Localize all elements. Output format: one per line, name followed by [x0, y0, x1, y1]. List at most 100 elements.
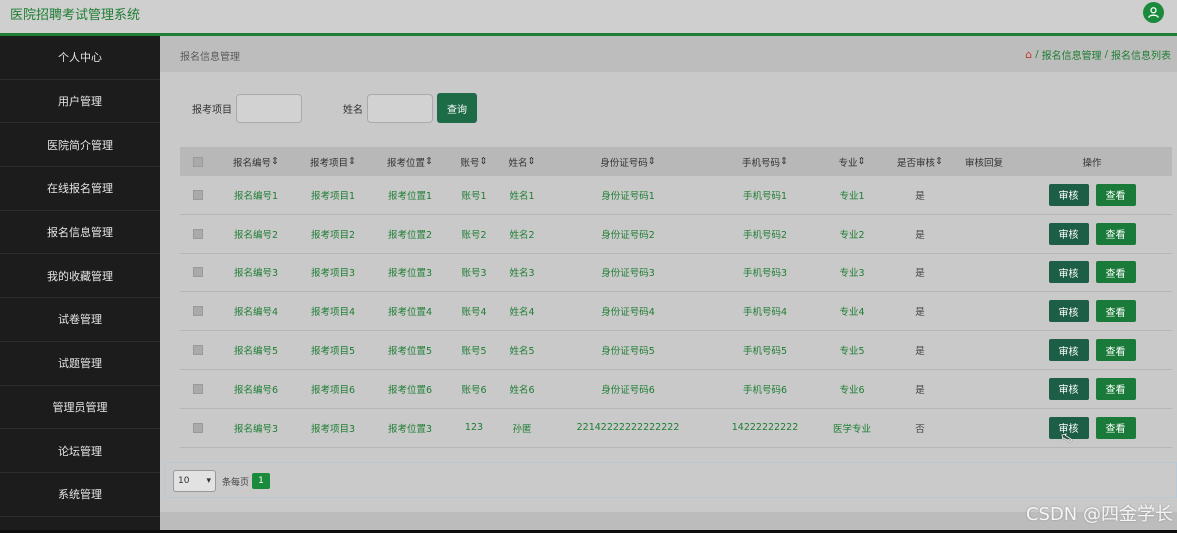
- col-header: 审核回复: [964, 157, 1003, 169]
- footer-strip: [160, 512, 1177, 530]
- audit-button[interactable]: 审核: [1048, 261, 1089, 284]
- table-cell: 身份证号码2: [601, 229, 655, 241]
- search-button[interactable]: 查询: [437, 93, 477, 123]
- project-input[interactable]: [236, 93, 302, 123]
- table-cell: 22142222222222222: [576, 422, 680, 434]
- row-actions: 审核 查看: [1042, 254, 1142, 292]
- sidebar-item-admins[interactable]: 管理员管理: [0, 386, 160, 430]
- sidebar-item-favorites[interactable]: 我的收藏管理: [0, 254, 160, 299]
- row-checkbox[interactable]: [193, 267, 203, 278]
- home-icon[interactable]: ⌂: [1025, 48, 1032, 61]
- page-size-select[interactable]: 10 ▾: [173, 470, 216, 492]
- table-cell: 账号4: [461, 307, 487, 319]
- table-cell: 是: [915, 384, 925, 396]
- table-cell: 账号2: [461, 229, 487, 241]
- row-checkbox[interactable]: [193, 189, 203, 200]
- table-cell: [958, 254, 1010, 292]
- table-cell: 是: [915, 229, 925, 241]
- view-button[interactable]: 查看: [1095, 261, 1136, 284]
- audit-button[interactable]: 审核: [1048, 183, 1089, 206]
- view-button[interactable]: 查看: [1095, 300, 1136, 323]
- table-cell: 姓名2: [509, 229, 535, 241]
- table-cell: 报考项目3: [310, 423, 356, 435]
- table-cell: 专业1: [839, 190, 865, 202]
- col-header[interactable]: 账号 ⇕: [452, 147, 496, 176]
- table-cell: 姓名5: [509, 346, 535, 358]
- table-cell: 是: [915, 346, 925, 358]
- top-bar: 医院招聘考试管理系统: [0, 0, 1177, 33]
- sidebar-item-users[interactable]: 用户管理: [0, 80, 160, 124]
- sidebar-item-personal-center[interactable]: 个人中心: [0, 36, 160, 80]
- table-cell: 14222222222: [731, 422, 799, 434]
- table-cell: 报考项目5: [310, 346, 356, 358]
- col-header[interactable]: 是否审核 ⇕: [892, 147, 948, 176]
- pagination-bar: 10 ▾ 条每页 1: [165, 462, 1177, 498]
- watermark: CSDN @四金学长: [1025, 504, 1173, 525]
- audit-button[interactable]: 审核: [1048, 377, 1089, 400]
- page-title: 报名信息管理: [180, 52, 240, 63]
- user-avatar[interactable]: [1143, 2, 1164, 23]
- row-checkbox[interactable]: [193, 383, 203, 394]
- name-label: 姓名: [343, 104, 363, 116]
- audit-button[interactable]: 审核: [1048, 222, 1089, 245]
- table-cell: 账号5: [461, 346, 487, 358]
- table-cell: 报名编号5: [233, 346, 279, 358]
- breadcrumb-item-list[interactable]: 报名信息列表: [1111, 47, 1171, 62]
- sidebar-item-questions[interactable]: 试题管理: [0, 342, 160, 386]
- table-cell: 身份证号码4: [601, 307, 655, 319]
- table-cell: 手机号码3: [742, 268, 788, 280]
- col-header[interactable]: 报考项目 ⇕: [296, 147, 370, 176]
- table-cell: 专业2: [839, 229, 865, 241]
- audit-button[interactable]: 审核: [1048, 300, 1089, 323]
- col-header[interactable]: 报考位置 ⇕: [373, 147, 447, 176]
- view-button[interactable]: 查看: [1095, 183, 1136, 206]
- table-cell: [958, 331, 1010, 369]
- row-checkbox[interactable]: [193, 306, 203, 317]
- breadcrumb-item-registration-info[interactable]: 报名信息管理: [1042, 47, 1102, 62]
- row-checkbox[interactable]: [193, 345, 203, 356]
- table-cell: 手机号码5: [742, 346, 788, 358]
- table-cell: 姓名4: [509, 307, 535, 319]
- sidebar-item-system[interactable]: 系统管理: [0, 473, 160, 517]
- table-cell: 报考位置3: [387, 423, 433, 435]
- row-checkbox[interactable]: [193, 422, 203, 433]
- table-cell: 姓名3: [509, 268, 535, 280]
- table-cell: 专业5: [839, 346, 865, 358]
- table-row: 报名编号1 报考项目1 报考位置1 账号1 姓名1 身份证号码1 手机号码1 专业1 是 审核 查看: [180, 176, 1172, 215]
- table-cell: [958, 370, 1010, 408]
- table-row: 报名编号4 报考项目4 报考位置4 账号4 姓名4 身份证号码4 手机号码4 专业4 是 审核 查看: [180, 292, 1172, 332]
- col-header[interactable]: 身份证号码 ⇕: [566, 147, 690, 176]
- table-cell: 是: [915, 307, 925, 319]
- table-row: 报名编号5 报考项目5 报考位置5 账号5 姓名5 身份证号码5 手机号码5 专业5 是 审核 查看: [180, 331, 1172, 370]
- table-cell: 报考位置6: [387, 384, 433, 396]
- audit-button[interactable]: 审核: [1048, 339, 1089, 362]
- sidebar-item-papers[interactable]: 试卷管理: [0, 298, 160, 342]
- select-all-checkbox[interactable]: [193, 156, 203, 167]
- project-label: 报考项目: [192, 104, 232, 116]
- row-checkbox[interactable]: [193, 228, 203, 239]
- page-number-current[interactable]: 1: [252, 473, 271, 489]
- row-actions: 审核 查看: [1042, 215, 1142, 253]
- view-button[interactable]: 查看: [1095, 377, 1136, 400]
- sidebar-item-registration-info[interactable]: 报名信息管理: [0, 211, 160, 255]
- col-header[interactable]: 姓名 ⇕: [498, 147, 546, 176]
- table-cell: 专业4: [839, 307, 865, 319]
- view-button[interactable]: 查看: [1095, 416, 1136, 439]
- breadcrumb-bar: 报名信息管理 ⌂ / 报名信息管理 / 报名信息列表: [160, 36, 1177, 72]
- view-button[interactable]: 查看: [1095, 339, 1136, 362]
- table-cell: 报考项目4: [310, 307, 356, 319]
- sidebar-item-hospital-intro[interactable]: 医院简介管理: [0, 123, 160, 168]
- name-input[interactable]: [367, 93, 433, 123]
- table-cell: 手机号码2: [742, 229, 788, 241]
- view-button[interactable]: 查看: [1095, 222, 1136, 245]
- col-header[interactable]: 手机号码 ⇕: [710, 147, 820, 176]
- table-cell: 报考项目6: [310, 384, 356, 396]
- col-header[interactable]: 专业 ⇕: [825, 147, 879, 176]
- sidebar-item-forum[interactable]: 论坛管理: [0, 429, 160, 473]
- table-cell: 医学专业: [832, 423, 871, 435]
- table-cell: 姓名6: [509, 384, 535, 396]
- sidebar-item-online-registration[interactable]: 在线报名管理: [0, 167, 160, 211]
- table-cell: 报考位置4: [387, 307, 433, 319]
- col-header[interactable]: 报名编号 ⇕: [219, 147, 293, 176]
- user-icon: [1148, 7, 1159, 18]
